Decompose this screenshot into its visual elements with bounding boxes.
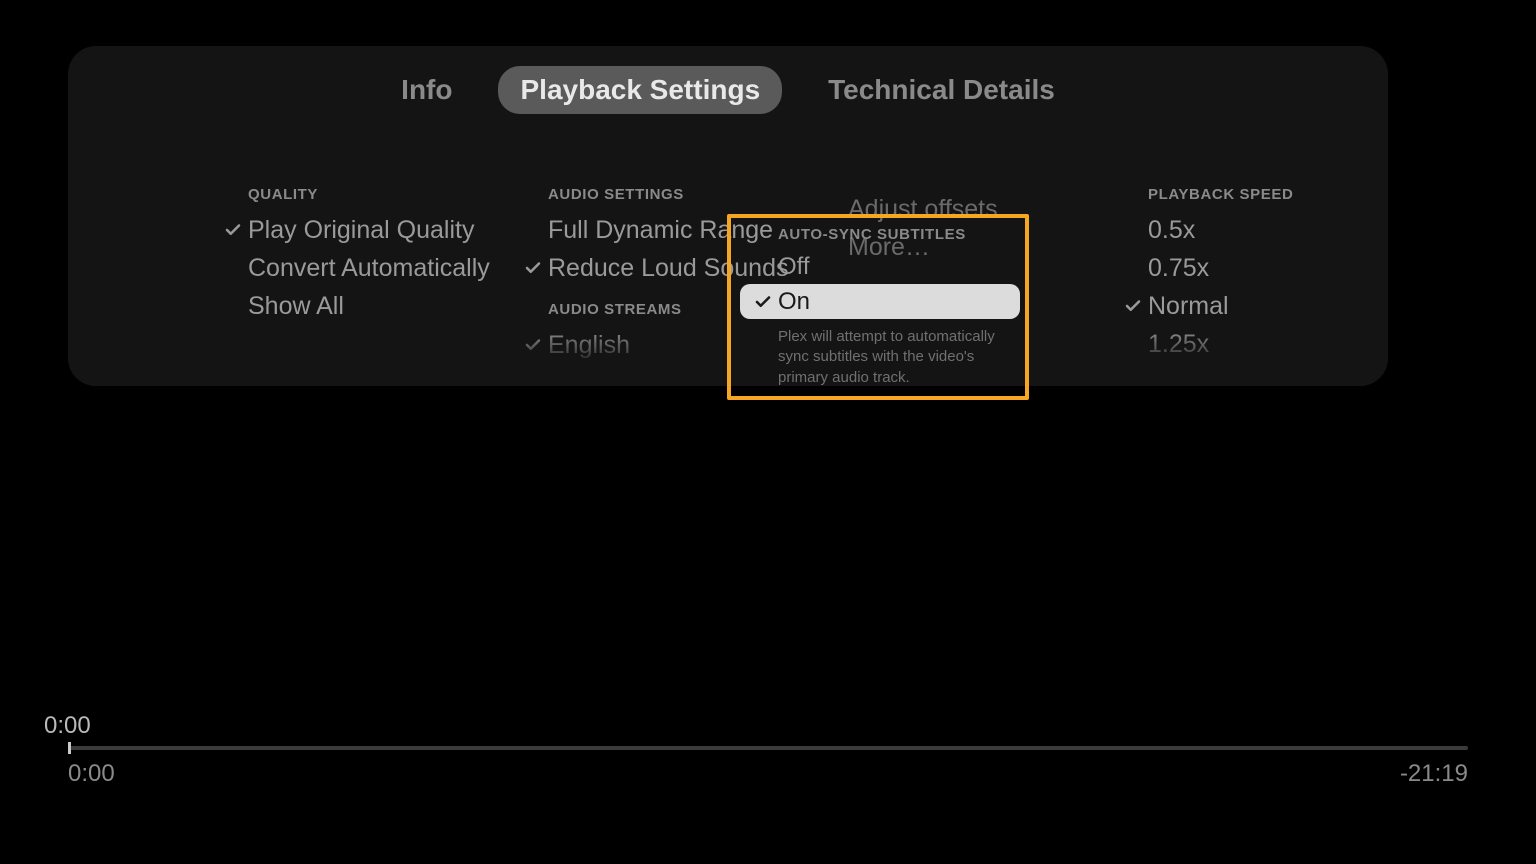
speed-header: PLAYBACK SPEED: [1118, 186, 1378, 203]
quality-option-label: Show All: [248, 292, 344, 321]
speed-option-label: 0.75x: [1148, 254, 1209, 283]
quality-show-all[interactable]: Show All: [218, 287, 518, 325]
scrubber-playhead[interactable]: [68, 742, 71, 754]
speed-0-75x[interactable]: 0.75x: [1118, 249, 1378, 287]
speed-1-5x[interactable]: 1.5x: [1118, 363, 1378, 386]
audio-settings-header: AUDIO SETTINGS: [518, 186, 818, 203]
quality-option-label: Convert Automatically: [248, 254, 490, 283]
check-icon: [1118, 297, 1148, 315]
speed-option-label: Normal: [1148, 292, 1229, 321]
speed-1-25x[interactable]: 1.25x: [1118, 325, 1378, 363]
autosync-on-label: On: [778, 288, 810, 316]
speed-option-label: 1.5x: [1148, 368, 1195, 387]
audio-stream-label: English: [548, 331, 630, 360]
speed-option-label: 1.25x: [1148, 330, 1209, 359]
check-icon: [218, 221, 248, 239]
time-remaining: -21:19: [1400, 760, 1468, 788]
autosync-header: AUTO-SYNC SUBTITLES: [740, 226, 1020, 243]
check-icon: [518, 259, 548, 277]
quality-convert-auto[interactable]: Convert Automatically: [218, 249, 518, 287]
tab-info[interactable]: Info: [379, 66, 474, 114]
subtitles-adjust-label: Adjust offsets: [848, 195, 998, 224]
speed-normal[interactable]: Normal: [1118, 287, 1378, 325]
speed-option-label: 0.5x: [1148, 216, 1195, 245]
subtitles-adjust-offsets[interactable]: Adjust offsets: [818, 190, 1118, 228]
autosync-description: Plex will attempt to automatically sync …: [740, 327, 1020, 388]
autosync-on[interactable]: On: [740, 284, 1020, 319]
check-icon: [518, 336, 548, 354]
settings-columns: QUALITY Play Original Quality Convert Au…: [68, 186, 1388, 386]
time-elapsed: 0:00: [68, 760, 115, 788]
autosync-off[interactable]: Off: [740, 249, 1020, 284]
settings-panel: Info Playback Settings Technical Details…: [68, 46, 1388, 386]
tab-playback-settings[interactable]: Playback Settings: [498, 66, 782, 114]
scrubber-track[interactable]: [68, 746, 1468, 750]
scrubber-tooltip-time: 0:00: [44, 712, 91, 740]
speed-0-5x[interactable]: 0.5x: [1118, 211, 1378, 249]
quality-option-label: Play Original Quality: [248, 216, 474, 245]
autosync-section: AUTO-SYNC SUBTITLES Off On Plex will att…: [740, 226, 1020, 388]
tab-row: Info Playback Settings Technical Details: [68, 66, 1388, 114]
autosync-off-label: Off: [778, 253, 810, 281]
check-icon: [748, 293, 778, 311]
quality-play-original[interactable]: Play Original Quality: [218, 211, 518, 249]
speed-column: PLAYBACK SPEED 0.5x 0.75x Normal 1.25x 1…: [1118, 186, 1378, 386]
tab-technical-details[interactable]: Technical Details: [806, 66, 1077, 114]
quality-column: QUALITY Play Original Quality Convert Au…: [218, 186, 518, 386]
quality-header: QUALITY: [218, 186, 518, 203]
